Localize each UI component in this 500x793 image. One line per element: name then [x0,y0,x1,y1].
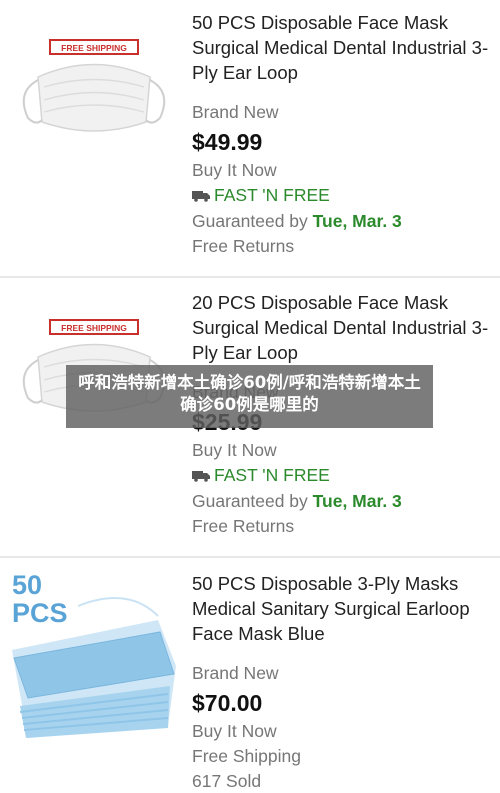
guarantee-line: Guaranteed by Tue, Mar. 3 [192,209,492,234]
guarantee-prefix: Guaranteed by [192,210,313,231]
badge-bottom: PCS [12,598,68,628]
shipping-line: FAST 'N FREE [192,183,492,209]
listing-title[interactable]: 50 PCS Disposable Face Mask Surgical Med… [192,10,492,85]
returns-text: Free Returns [192,235,295,256]
sold-count: 617 Sold [192,771,262,791]
shipping-text: FAST 'N FREE [214,465,330,485]
listing-title[interactable]: 50 PCS Disposable 3-Ply Masks Medical Sa… [192,571,492,646]
overlay-text: 呼和浩特新增本土确诊60例/呼和浩特新增本土确诊60例是哪里的 [78,373,421,414]
price-text: $49.99 [192,129,263,155]
overlay-banner: 呼和浩特新增本土确诊60例/呼和浩特新增本土确诊60例是哪里的 [66,365,433,428]
returns-text: Free Returns [192,515,295,536]
guarantee-line: Guaranteed by Tue, Mar. 3 [192,489,492,514]
shipping-text: Free Shipping [192,746,301,766]
product-image[interactable]: 50 PCS [8,566,180,746]
badge-top: 50 [12,570,42,600]
shipping-text: FAST 'N FREE [214,185,330,205]
format-text: Buy It Now [192,160,277,180]
listing-1[interactable]: FREE SHIPPING 50 PCS Disposable Face Mas… [0,0,500,276]
guarantee-date: Tue, Mar. 3 [312,490,402,511]
badge-text: FREE SHIPPING [61,43,127,53]
guarantee-date: Tue, Mar. 3 [312,210,402,231]
badge-text: FREE SHIPPING [61,323,127,333]
product-image[interactable]: FREE SHIPPING [8,22,180,142]
truck-icon [192,184,210,209]
truck-icon [192,464,210,489]
condition-text: Brand New [192,102,279,122]
format-text: Buy It Now [192,440,277,460]
condition-text: Brand New [192,663,279,683]
price-text: $70.00 [192,690,263,716]
shipping-line: FAST 'N FREE [192,463,492,489]
listing-3[interactable]: 50 PCS 50 PCS Disposable 3-Ply Masks Med… [0,558,500,793]
format-text: Buy It Now [192,721,277,741]
listing-title[interactable]: 20 PCS Disposable Face Mask Surgical Med… [192,290,492,365]
guarantee-prefix: Guaranteed by [192,490,313,511]
